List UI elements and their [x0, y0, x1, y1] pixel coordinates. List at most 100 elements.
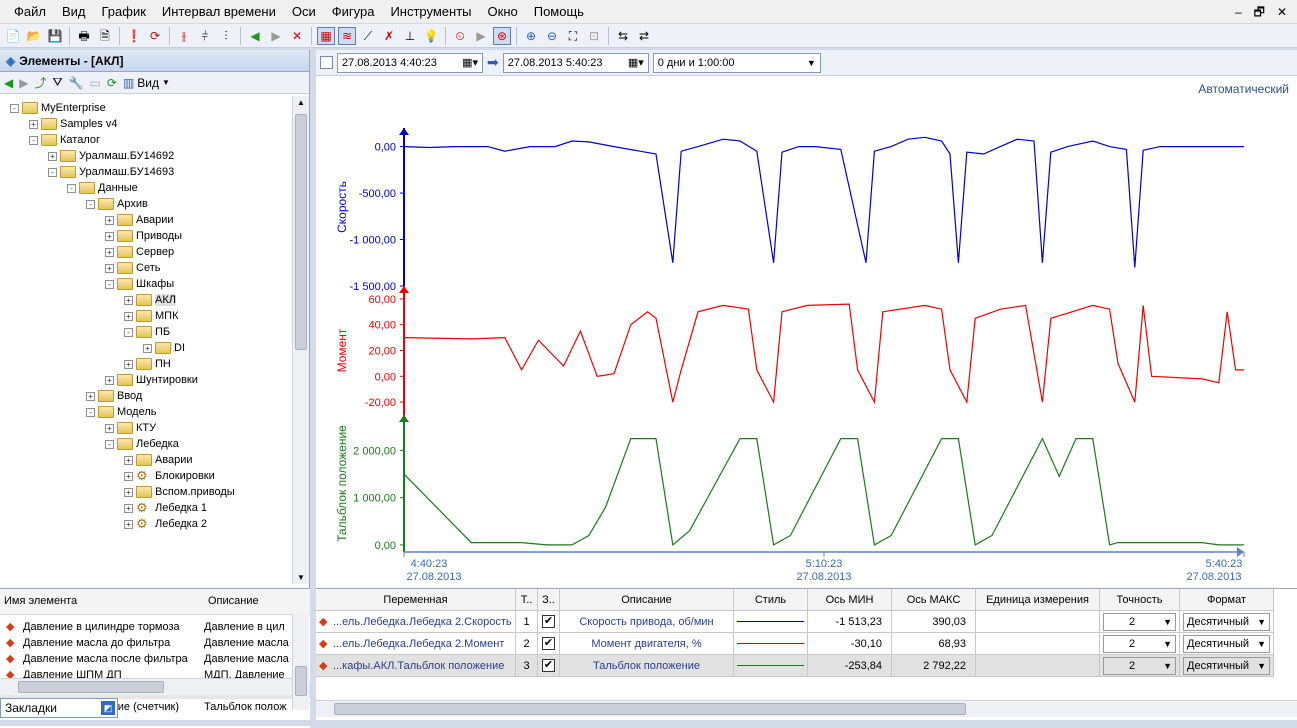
menu-item-5[interactable]: Фигура — [324, 0, 383, 24]
expand-toggle-icon[interactable]: - — [105, 279, 114, 289]
column-header[interactable]: З.. — [538, 589, 560, 611]
menu-item-1[interactable]: Вид — [54, 0, 94, 24]
menu-item-0[interactable]: Файл — [0, 0, 54, 24]
tree-node[interactable]: - Лебедка — [105, 436, 179, 452]
lightbulb-icon[interactable]: 💡 — [422, 27, 440, 45]
precision-select[interactable]: 2 ▼ — [1103, 612, 1176, 631]
menu-item-6[interactable]: Инструменты — [382, 0, 479, 24]
column-header[interactable]: Описание — [560, 589, 734, 611]
close-icon[interactable]: ✕ — [1277, 0, 1287, 24]
expand-toggle-icon[interactable]: + — [124, 503, 133, 513]
tree-node[interactable]: + Аварии — [124, 452, 193, 468]
visible-checkbox[interactable]: ✔ — [542, 615, 555, 628]
scroll-thumb[interactable] — [18, 681, 164, 693]
tree-node[interactable]: + АКЛ — [124, 292, 176, 308]
expand-toggle-icon[interactable]: + — [124, 471, 133, 481]
save-icon[interactable]: 💾 — [46, 27, 64, 45]
table-row[interactable]: ◆ ...ель.Лебедка.Лебедка 2.Скорость 1 ✔ Скор… — [316, 611, 1274, 633]
precision-select[interactable]: 2 ▼ — [1103, 656, 1176, 675]
chart-remove-icon[interactable]: ✗ — [380, 27, 398, 45]
style-line-swatch[interactable] — [737, 665, 804, 666]
expand-toggle-icon[interactable]: - — [48, 167, 57, 177]
table-row[interactable]: ◆ ...кафы.АКЛ.Тальблок положение 3 ✔ Тальбло… — [316, 655, 1274, 677]
style-line-swatch[interactable] — [737, 621, 804, 622]
tree-node[interactable]: + DI — [143, 340, 185, 356]
cursor-multi-icon[interactable]: ⫶ — [217, 27, 235, 45]
refresh-icon[interactable]: ⟳ — [107, 76, 117, 90]
axis-max[interactable]: 390,03 — [895, 616, 972, 628]
new-folder-icon[interactable]: ▭ — [90, 76, 101, 90]
scroll-up-icon[interactable]: ▲ — [297, 98, 305, 107]
chart-stacked-icon[interactable]: ▦ — [317, 26, 335, 45]
cursor-horizontal-icon[interactable]: ⫩ — [196, 27, 214, 45]
table-row[interactable]: ◆ ...ель.Лебедка.Лебедка 2.Момент 2 ✔ Момент… — [316, 633, 1274, 655]
tree-node[interactable]: + Samples v4 — [29, 116, 117, 132]
zoom-out-icon[interactable]: ⊖ — [543, 27, 561, 45]
chart-overlay-icon[interactable]: ≋ — [338, 26, 356, 45]
restore-icon[interactable]: 🗗 — [1254, 0, 1265, 24]
bookmarks-tab[interactable]: Закладки ◩ — [0, 698, 118, 718]
tree-node[interactable]: - Данные — [67, 180, 138, 196]
view-button[interactable]: ▥ Вид ▼ — [123, 76, 170, 90]
realtime-icon[interactable]: ⊛ — [493, 26, 511, 45]
calendar-icon[interactable]: ▦▾ — [628, 56, 644, 69]
chart-axis-icon[interactable]: ⊥ — [401, 27, 419, 45]
cursor-vertical-icon[interactable]: ⫲ — [175, 27, 193, 45]
axis-min[interactable]: -1 513,23 — [811, 616, 888, 628]
open-folder-icon[interactable]: 📂 — [25, 27, 43, 45]
column-header[interactable]: Формат — [1180, 589, 1274, 611]
menu-item-4[interactable]: Оси — [284, 0, 324, 24]
list-item[interactable]: ◆ Давление в цилиндре тормоза Давление в ц… — [0, 619, 310, 635]
tree-node[interactable]: + ⚙ Лебедка 1 — [124, 500, 207, 516]
expand-toggle-icon[interactable]: - — [86, 407, 95, 417]
up-level-icon[interactable]: ⤴ — [34, 74, 46, 91]
column-header[interactable]: Единица измерения — [976, 589, 1100, 611]
format-select[interactable]: Десятичный ▼ — [1183, 612, 1270, 631]
expand-toggle-icon[interactable]: + — [105, 247, 114, 257]
menu-item-3[interactable]: Интервал времени — [154, 0, 284, 24]
tree-node[interactable]: + КТУ — [105, 420, 156, 436]
series-line-2[interactable] — [403, 437, 1244, 547]
format-select[interactable]: Десятичный ▼ — [1183, 656, 1270, 675]
tree-node[interactable]: + Сервер — [105, 244, 174, 260]
axis-min[interactable]: -30,10 — [811, 638, 888, 650]
tree-node[interactable]: - Модель — [86, 404, 156, 420]
expand-toggle-icon[interactable]: + — [143, 343, 152, 353]
expand-toggle-icon[interactable]: + — [124, 487, 133, 497]
import-icon[interactable]: ⇄ — [635, 27, 653, 45]
element-list-scrollbar[interactable] — [292, 614, 309, 710]
tree-node[interactable]: + Сеть — [105, 260, 160, 276]
column-header[interactable]: Т.. — [516, 589, 538, 611]
axis-max[interactable]: 2 792,22 — [895, 660, 972, 672]
expand-toggle-icon[interactable]: + — [124, 295, 133, 305]
tree-node[interactable]: - Каталог — [29, 132, 100, 148]
stop-icon[interactable]: ✕ — [288, 27, 306, 45]
tree-scrollbar[interactable]: ▲ ▼ — [292, 96, 309, 584]
list-item[interactable]: ◆ Давление масла после фильтра Давление ма… — [0, 651, 310, 667]
series-line-0[interactable] — [403, 136, 1244, 268]
scroll-thumb[interactable] — [334, 703, 966, 715]
scroll-thumb[interactable] — [295, 114, 307, 350]
tree-node[interactable]: + Ввод — [86, 388, 142, 404]
marker-icon[interactable]: ❗ — [125, 27, 143, 45]
expand-toggle-icon[interactable]: - — [124, 327, 133, 337]
expand-toggle-icon[interactable]: + — [105, 375, 114, 385]
style-line-swatch[interactable] — [737, 643, 804, 644]
precision-select[interactable]: 2 ▼ — [1103, 634, 1176, 653]
tree-node[interactable]: - MyEnterprise — [10, 100, 106, 116]
tree-node[interactable]: + ПН — [124, 356, 171, 372]
tree-node[interactable]: + Аварии — [105, 212, 174, 228]
duration-select[interactable]: 0 дни и 1:00:00 ▼ — [652, 52, 821, 73]
tree-node[interactable]: + Шунтировки — [105, 372, 198, 388]
series-line-1[interactable] — [403, 303, 1244, 405]
expand-toggle-icon[interactable]: + — [29, 119, 38, 129]
calendar-icon[interactable]: ▦▾ — [462, 56, 478, 69]
refresh-icon[interactable]: ⟳ — [146, 27, 164, 45]
clock-icon[interactable]: ⏲ — [451, 27, 469, 45]
column-header[interactable]: Ось МАКС — [892, 589, 976, 611]
tree-node[interactable]: + ⚙ Лебедка 2 — [124, 516, 207, 532]
tree-node[interactable]: - Архив — [86, 196, 148, 212]
scroll-down-icon[interactable]: ▼ — [297, 573, 305, 582]
print-icon[interactable]: 🖶 — [75, 27, 93, 45]
expand-toggle-icon[interactable]: + — [124, 519, 133, 529]
